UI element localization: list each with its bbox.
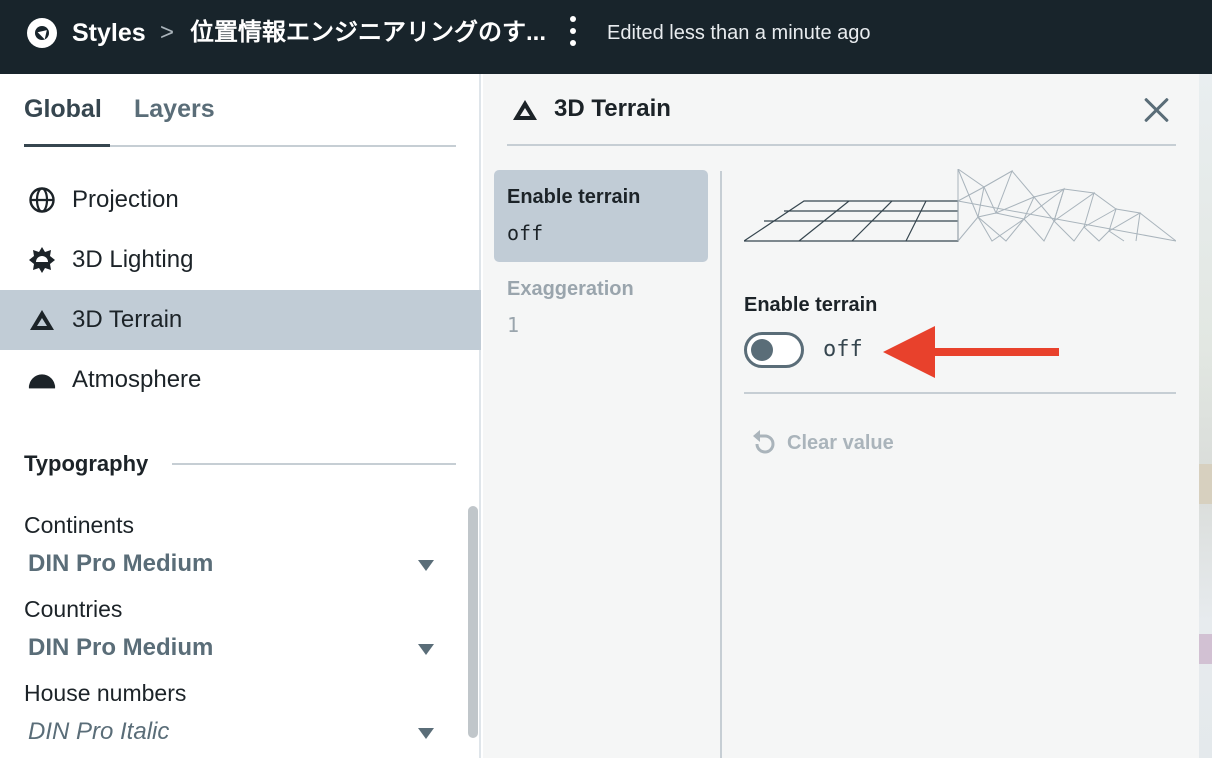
sidebar-item-atmosphere[interactable]: Atmosphere <box>0 350 481 410</box>
font-select-continents[interactable]: DIN Pro Medium <box>28 549 213 579</box>
close-icon[interactable] <box>1143 96 1171 124</box>
sidebar-item-label: 3D Terrain <box>72 306 183 333</box>
terrain-illustration <box>744 169 1176 242</box>
sidebar-item-label: Projection <box>72 186 179 213</box>
sidebar-item-label: Atmosphere <box>72 366 202 393</box>
more-options-icon[interactable] <box>565 16 581 48</box>
chevron-down-icon[interactable] <box>418 560 434 571</box>
clear-value-label: Clear value <box>787 432 894 454</box>
font-label-continents: Continents <box>24 512 134 538</box>
sidebar-item-3d-terrain[interactable]: 3D Terrain <box>0 290 481 350</box>
undo-icon <box>753 430 775 454</box>
active-tab-indicator <box>24 144 110 147</box>
style-name[interactable]: 位置情報エンジニアリングのす... <box>190 18 550 48</box>
sidebar-item-3d-lighting[interactable]: 3D Lighting <box>0 230 481 290</box>
font-select-countries[interactable]: DIN Pro Medium <box>28 633 213 663</box>
enable-terrain-label: Enable terrain <box>744 294 878 316</box>
property-name: Exaggeration <box>507 278 634 300</box>
chevron-down-icon[interactable] <box>418 644 434 655</box>
typography-divider <box>172 463 456 465</box>
globe-icon <box>28 186 56 214</box>
property-value: 1 <box>507 313 520 337</box>
sidebar-item-projection[interactable]: Projection <box>0 170 481 230</box>
property-exaggeration[interactable]: Exaggeration 1 <box>494 262 708 354</box>
font-label-countries: Countries <box>24 596 123 622</box>
mountain-icon <box>511 98 539 122</box>
tab-layers[interactable]: Layers <box>134 92 215 126</box>
toggle-knob <box>751 339 773 361</box>
mountain-icon <box>28 306 56 334</box>
panel-title: 3D Terrain <box>554 95 671 122</box>
breadcrumb-separator: > <box>160 19 175 46</box>
horizon-icon <box>28 366 56 394</box>
annotation-arrow-icon <box>883 326 1059 378</box>
edit-status: Edited less than a minute ago <box>607 22 871 44</box>
toggle-state-text: off <box>823 337 863 362</box>
property-enable-terrain[interactable]: Enable terrain off <box>494 170 708 262</box>
font-label-house-numbers: House numbers <box>24 680 187 706</box>
property-name: Enable terrain <box>507 186 641 208</box>
panel-divider <box>507 144 1176 146</box>
top-bar: Styles > 位置情報エンジニアリングのす... Edited less t… <box>0 0 1212 74</box>
sidebar-item-label: 3D Lighting <box>72 246 194 273</box>
clear-value-button[interactable]: Clear value <box>751 426 894 460</box>
map-preview-edge[interactable] <box>1199 74 1212 758</box>
sidebar: Global Layers Projection 3D Lighting 3D … <box>0 74 481 758</box>
chevron-down-icon[interactable] <box>418 728 434 739</box>
panel-column-divider <box>720 171 722 758</box>
detail-divider <box>744 392 1176 394</box>
property-value: off <box>507 221 544 245</box>
property-panel: 3D Terrain Enable terrain off Exaggerati… <box>483 74 1199 758</box>
sun-gear-icon <box>28 246 56 274</box>
mapbox-logo-icon[interactable] <box>27 18 57 48</box>
enable-terrain-toggle[interactable] <box>744 332 804 368</box>
typography-heading: Typography <box>24 451 149 476</box>
sidebar-scrollbar[interactable] <box>468 506 478 738</box>
breadcrumb-styles-link[interactable]: Styles <box>72 18 146 48</box>
font-select-house-numbers[interactable]: DIN Pro Italic <box>28 717 169 747</box>
tab-global[interactable]: Global <box>24 92 102 126</box>
